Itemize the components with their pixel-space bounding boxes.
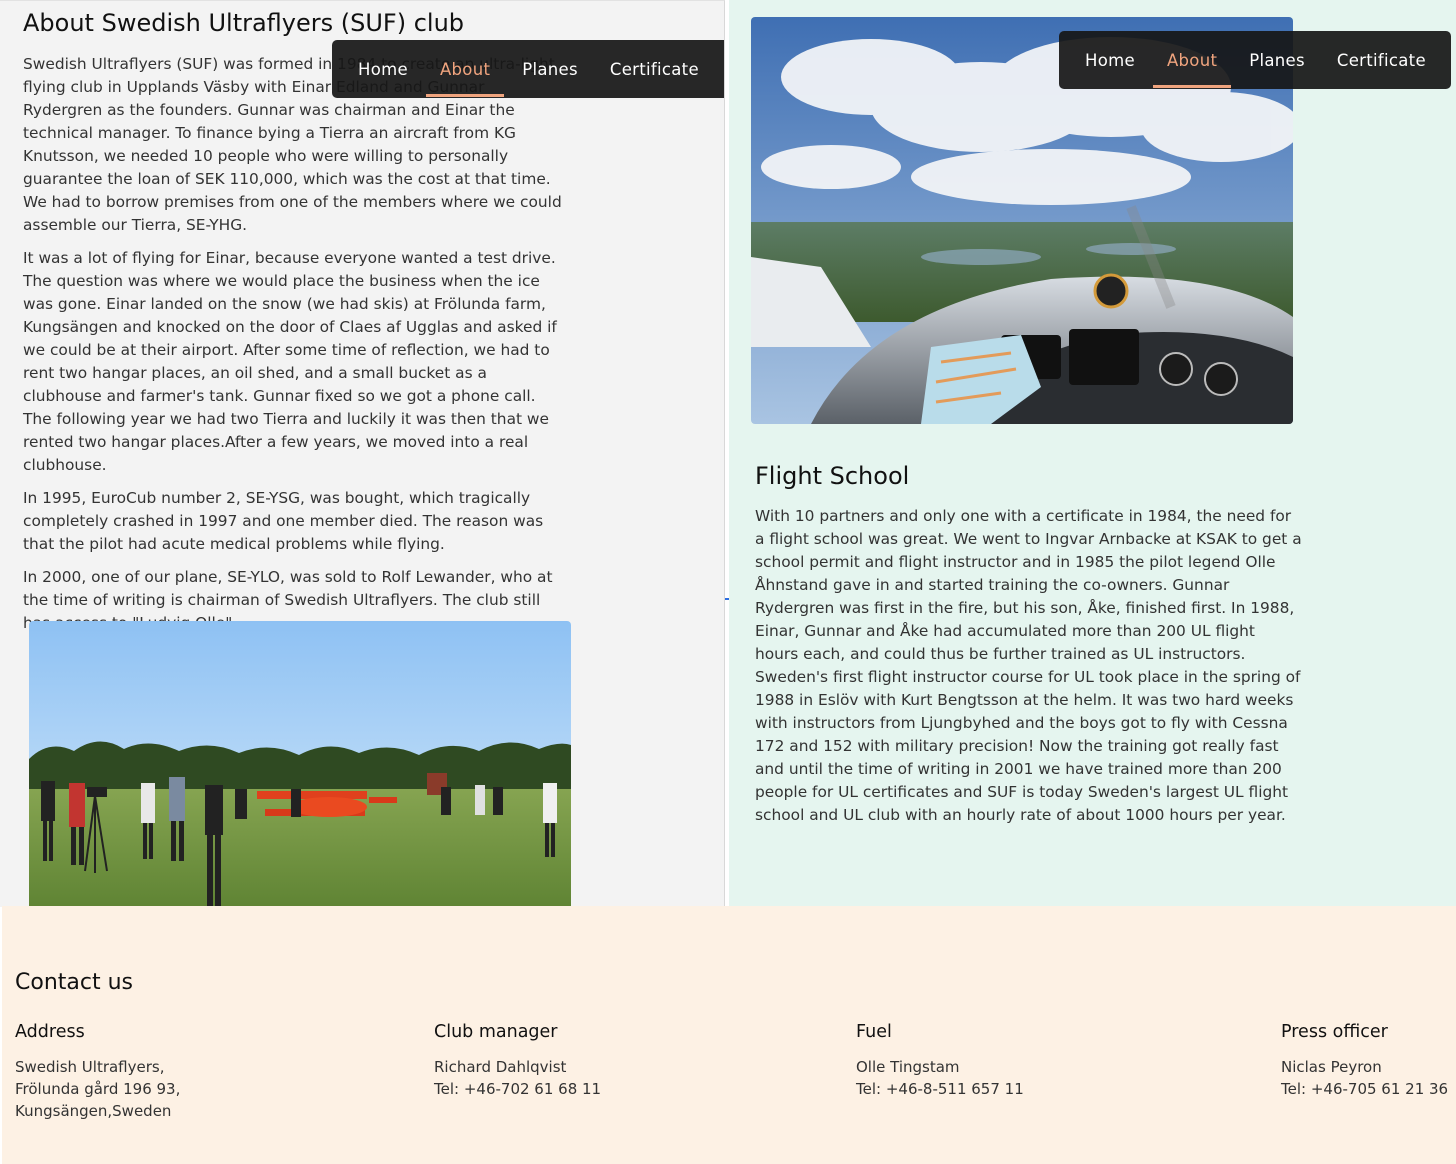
nav-about-link[interactable]: About [425,60,505,97]
contact-club-manager: Club manager Richard Dahlqvist Tel: +46-… [434,1022,601,1100]
contact-line: Kungsängen,Sweden [15,1102,172,1120]
contact-heading: Club manager [434,1022,558,1042]
nav-home-link[interactable]: Home [358,60,408,79]
main-nav-duplicate: Home About Planes Certificate [1059,31,1451,89]
contact-line: Richard Dahlqvist [434,1058,567,1076]
flight-school-title: Flight School [755,462,910,490]
contact-phone[interactable]: Tel: +46-8-511 657 11 [856,1078,1024,1100]
about-title: About Swedish Ultraflyers (SUF) club [23,9,465,37]
nav-home-link[interactable]: Home [1085,51,1135,70]
contact-heading: Press officer [1281,1022,1388,1042]
contact-title: Contact us [15,970,133,995]
about-panel: About Swedish Ultraflyers (SUF) club Swe… [0,0,725,907]
about-text: Swedish Ultraflyers (SUF) was formed in … [23,53,568,645]
nav-planes-link[interactable]: Planes [1249,51,1305,70]
flight-school-text: With 10 partners and only one with a cer… [755,507,1302,824]
contact-press-officer: Press officer Niclas Peyron Tel: +46-705… [1281,1022,1448,1100]
nav-certificate-link[interactable]: Certificate [610,60,699,79]
contact-address: Address Swedish Ultraflyers, Frölunda gå… [15,1022,180,1122]
contact-line: Niclas Peyron [1281,1058,1382,1076]
about-paragraph: In 1995, EuroCub number 2, SE-YSG, was b… [23,489,544,553]
about-paragraph: It was a lot of flying for Einar, becaus… [23,249,557,474]
contact-heading: Fuel [856,1022,892,1042]
contact-heading: Address [15,1022,85,1042]
contact-line: Olle Tingstam [856,1058,960,1076]
contact-line: Frölunda gård 196 93, [15,1080,181,1098]
nav-certificate-link[interactable]: Certificate [1337,51,1426,70]
contact-fuel: Fuel Olle Tingstam Tel: +46-8-511 657 11 [856,1022,1024,1100]
contact-line: Swedish Ultraflyers, [15,1058,165,1076]
contact-phone[interactable]: Tel: +46-702 61 68 11 [434,1078,601,1100]
main-nav: Home About Planes Certificate [332,40,724,98]
contact-footer: Contact us Address Swedish Ultraflyers, … [2,906,1456,1164]
contact-phone[interactable]: Tel: +46-705 61 21 36 [1281,1078,1448,1100]
nav-about-link[interactable]: About [1152,51,1232,88]
nav-planes-link[interactable]: Planes [522,60,578,79]
airfield-crowd-photo [29,621,571,907]
